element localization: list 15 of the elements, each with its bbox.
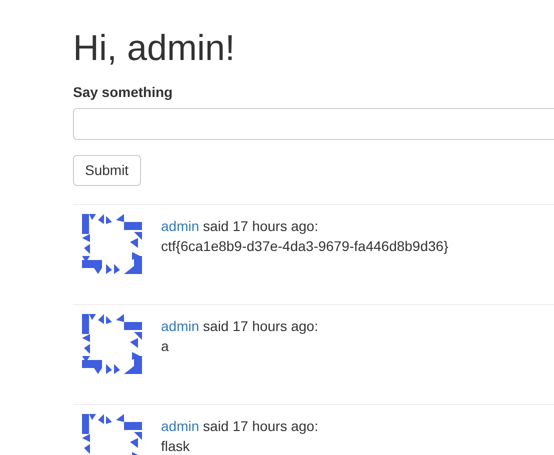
post-body: a — [161, 337, 170, 356]
message-field[interactable] — [73, 108, 554, 140]
post-body: ctf{6ca1e8b9-d37e-4da3-9679-fa446d8b9d36} — [161, 237, 448, 256]
page-heading: Hi, admin! — [73, 26, 236, 68]
post-body: flask — [161, 437, 191, 455]
author-link[interactable]: admin — [161, 218, 200, 234]
identicon-icon — [80, 212, 144, 276]
author-link[interactable]: admin — [161, 418, 200, 434]
post-meta: said 17 hours ago: — [203, 218, 318, 234]
field-label: Say something — [73, 83, 174, 102]
submit-button[interactable]: Submit — [73, 155, 141, 186]
identicon-icon — [80, 312, 144, 376]
author-link[interactable]: admin — [161, 318, 200, 334]
post-meta: said 17 hours ago: — [203, 418, 318, 434]
post-meta: said 17 hours ago: — [203, 318, 318, 334]
